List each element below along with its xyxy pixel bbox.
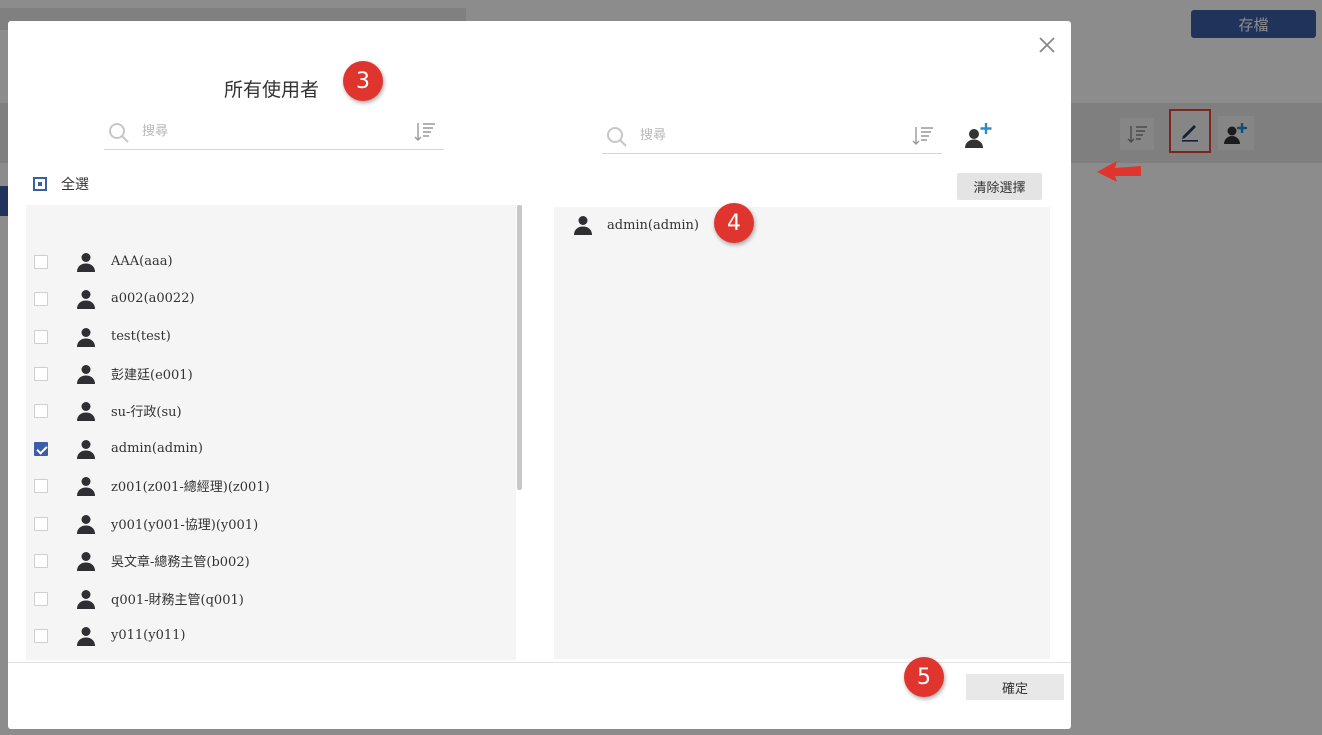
sort-icon[interactable] [412, 119, 438, 145]
list-item[interactable]: a002(a0022) [26, 280, 516, 317]
list-item[interactable]: 彭建廷(e001) [26, 355, 516, 392]
user-checkbox[interactable] [34, 591, 48, 606]
user-icon [77, 515, 95, 534]
add-user-icon[interactable] [963, 121, 993, 149]
selected-user-name: admin(admin) [607, 218, 700, 233]
list-item[interactable]: admin(admin) [26, 430, 516, 467]
user-icon [77, 253, 95, 272]
user-icon [77, 440, 95, 459]
user-checkbox[interactable] [34, 628, 48, 643]
user-name: y011(y011) [111, 628, 186, 643]
clear-selection-button[interactable]: 清除選擇 [957, 173, 1042, 200]
user-checkbox[interactable] [34, 329, 48, 344]
step-badge-3: 3 [343, 61, 383, 101]
list-item[interactable]: admin(admin) [554, 213, 1050, 239]
list-item[interactable]: su-行政(su) [26, 392, 516, 429]
user-checkbox-checked[interactable] [34, 441, 48, 456]
list-item[interactable]: y001(y001-協理)(y001) [26, 505, 516, 542]
user-name: 吳文章-總務主管(b002) [111, 555, 250, 570]
user-icon [77, 590, 95, 609]
user-name: y001(y001-協理)(y001) [111, 518, 259, 533]
user-name: q001-財務主管(q001) [111, 593, 244, 608]
user-icon [77, 552, 95, 571]
left-search-box [104, 113, 444, 150]
user-name: 彭建廷(e001) [111, 368, 193, 383]
user-icon [574, 216, 592, 235]
left-search-input[interactable] [140, 119, 364, 143]
user-checkbox[interactable] [34, 366, 48, 381]
list-item[interactable]: test(test) [26, 318, 516, 355]
user-name: su-行政(su) [111, 405, 182, 420]
all-users-list: AAA(aaa) a002(a0022) test(test) 彭建廷(e001… [26, 205, 516, 660]
close-icon[interactable] [1037, 35, 1057, 55]
user-checkbox[interactable] [34, 254, 48, 269]
user-checkbox[interactable] [34, 403, 48, 418]
user-name: AAA(aaa) [111, 254, 173, 269]
left-list-scrollbar[interactable] [517, 205, 522, 490]
select-all-label: 全選 [61, 177, 89, 193]
user-icon [77, 328, 95, 347]
step-badge-5: 5 [904, 657, 944, 697]
user-name: test(test) [111, 329, 171, 344]
user-name: z001(z001-總經理)(z001) [111, 480, 270, 495]
modal-title: 所有使用者 [224, 79, 320, 101]
user-icon [77, 477, 95, 496]
user-picker-modal: 所有使用者 3 全選 清除選擇 AAA(aaa) [8, 21, 1071, 729]
user-checkbox[interactable] [34, 553, 48, 568]
list-item[interactable]: AAA(aaa) [26, 243, 516, 280]
search-icon [109, 123, 129, 143]
select-all-checkbox[interactable] [33, 177, 47, 191]
user-checkbox[interactable] [34, 291, 48, 306]
list-item[interactable]: z001(z001-總經理)(z001) [26, 467, 516, 504]
user-icon [77, 290, 95, 309]
step-badge-4: 4 [714, 203, 754, 243]
user-checkbox[interactable] [34, 478, 48, 493]
sort-icon[interactable] [910, 123, 936, 149]
search-icon [607, 127, 627, 147]
list-item[interactable]: q001-財務主管(q001) [26, 580, 516, 617]
user-icon [77, 627, 95, 646]
user-icon [77, 365, 95, 384]
list-item[interactable]: 吳文章-總務主管(b002) [26, 542, 516, 579]
user-checkbox[interactable] [34, 516, 48, 531]
select-all-toggle[interactable]: 全選 [33, 174, 89, 194]
right-search-box [602, 117, 942, 154]
list-item[interactable]: y011(y011) [26, 617, 516, 654]
right-search-input[interactable] [638, 123, 862, 147]
confirm-button[interactable]: 確定 [966, 674, 1064, 700]
selected-users-list: admin(admin) [554, 207, 1050, 659]
user-name: admin(admin) [111, 441, 204, 456]
red-arrow-annotation [1097, 161, 1141, 182]
user-icon [77, 402, 95, 421]
user-name: a002(a0022) [111, 291, 195, 306]
